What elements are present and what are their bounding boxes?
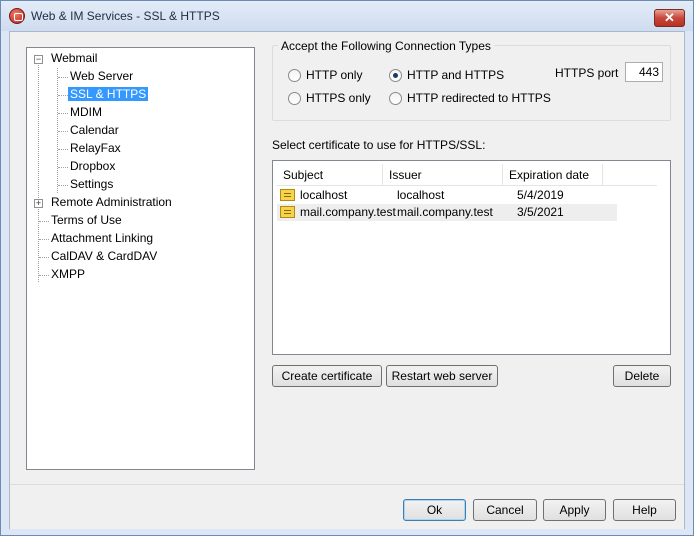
tree-item-ssl-https[interactable]: SSL & HTTPS	[68, 86, 149, 103]
radio-https-only[interactable]: HTTPS only	[288, 90, 371, 106]
tree-item-label: Webmail	[51, 51, 98, 65]
tree-item-webmail[interactable]: Webmail	[51, 50, 97, 67]
tree-connector-line	[58, 185, 68, 186]
column-header-expiration[interactable]: Expiration date	[503, 164, 603, 186]
certificate-list[interactable]: Subject Issuer Expiration date localhost…	[272, 160, 671, 355]
radio-http-redirected[interactable]: HTTP redirected to HTTPS	[389, 90, 551, 106]
tree-connector-line	[58, 149, 68, 150]
certificate-subject-cell: localhost	[277, 187, 397, 204]
radio-button-icon	[288, 91, 301, 105]
tree-connector-line	[58, 113, 68, 114]
tree-item-label: Calendar	[70, 123, 119, 137]
title-bar[interactable]: Web & IM Services - SSL & HTTPS ✕	[1, 1, 693, 31]
radio-button-icon	[288, 68, 301, 82]
tree-item-label: Terms of Use	[51, 213, 122, 227]
cancel-button[interactable]: Cancel	[473, 499, 537, 521]
radio-http-only[interactable]: HTTP only	[288, 67, 362, 83]
tree-connector-line	[58, 167, 68, 168]
certificate-row[interactable]: localhost localhost 5/4/2019	[277, 187, 617, 204]
radio-label: HTTP and HTTPS	[407, 68, 505, 82]
certificate-list-label: Select certificate to use for HTTPS/SSL:	[272, 138, 486, 152]
app-logo-icon	[9, 8, 25, 24]
certificate-row[interactable]: mail.company.test mail.company.test 3/5/…	[277, 204, 617, 221]
tree-item-relayfax[interactable]: RelayFax	[70, 140, 121, 157]
tree-connector-line	[39, 221, 49, 222]
tree-item-xmpp[interactable]: XMPP	[51, 266, 85, 283]
close-button[interactable]: ✕	[654, 9, 685, 27]
tree-collapse-toggle[interactable]: −	[34, 55, 43, 64]
tree-item-label: MDIM	[70, 105, 102, 119]
radio-button-icon	[389, 91, 402, 105]
tree-item-label: Web Server	[70, 69, 134, 83]
ok-button[interactable]: Ok	[403, 499, 466, 521]
tree-connector-line	[58, 95, 68, 96]
radio-button-selected-icon	[389, 68, 402, 82]
certificate-subject: localhost	[300, 188, 348, 202]
tree-connector-line	[38, 60, 39, 282]
connection-types-group	[272, 45, 671, 121]
tree-expand-toggle[interactable]: +	[34, 199, 43, 208]
settings-tree[interactable]: − Webmail Web Server SSL & HTTPS MDIM Ca…	[26, 47, 255, 470]
certificate-icon	[280, 206, 295, 218]
certificate-subject-cell: mail.company.test	[277, 204, 397, 221]
radio-label: HTTP redirected to HTTPS	[407, 91, 551, 105]
tree-item-label: Dropbox	[70, 159, 116, 173]
tree-item-label: Remote Administration	[51, 195, 172, 209]
radio-label: HTTP only	[306, 68, 363, 82]
tree-item-label: CalDAV & CardDAV	[51, 249, 158, 263]
tree-item-settings[interactable]: Settings	[70, 176, 113, 193]
tree-connector-line	[58, 77, 68, 78]
connection-types-group-title: Accept the Following Connection Types	[278, 39, 494, 53]
apply-button[interactable]: Apply	[543, 499, 606, 521]
certificate-icon	[280, 189, 295, 201]
radio-label: HTTPS only	[306, 91, 371, 105]
tree-item-label: XMPP	[51, 267, 86, 281]
window-title: Web & IM Services - SSL & HTTPS	[31, 9, 220, 23]
certificate-list-header: Subject Issuer Expiration date	[277, 164, 657, 186]
tree-connector-line	[39, 239, 49, 240]
tree-connector-line	[39, 257, 49, 258]
tree-item-label: Settings	[70, 177, 114, 191]
certificate-subject: mail.company.test	[300, 205, 396, 219]
create-certificate-button[interactable]: Create certificate	[272, 365, 382, 387]
delete-certificate-button[interactable]: Delete	[613, 365, 671, 387]
tree-item-attachment-linking[interactable]: Attachment Linking	[51, 230, 153, 247]
certificate-expiration: 3/5/2021	[517, 205, 564, 219]
tree-item-label: SSL & HTTPS	[68, 87, 149, 101]
tree-item-label: Attachment Linking	[51, 231, 154, 245]
column-header-subject[interactable]: Subject	[277, 164, 383, 186]
certificate-issuer: localhost	[397, 188, 445, 202]
tree-item-mdim[interactable]: MDIM	[70, 104, 102, 121]
column-header-blank	[603, 164, 657, 186]
tree-connector-line	[58, 131, 68, 132]
certificate-expiration: 5/4/2019	[517, 188, 564, 202]
tree-item-dropbox[interactable]: Dropbox	[70, 158, 115, 175]
tree-item-label: RelayFax	[70, 141, 121, 155]
https-port-label: HTTPS port	[555, 66, 619, 80]
tree-item-web-server[interactable]: Web Server	[70, 68, 133, 85]
dialog-window: Web & IM Services - SSL & HTTPS ✕ − Webm…	[0, 0, 694, 536]
dialog-client-area: − Webmail Web Server SSL & HTTPS MDIM Ca…	[9, 31, 685, 529]
tree-item-caldav-carddav[interactable]: CalDAV & CardDAV	[51, 248, 157, 265]
column-header-issuer[interactable]: Issuer	[383, 164, 503, 186]
radio-http-and-https[interactable]: HTTP and HTTPS	[389, 67, 504, 83]
restart-web-server-button[interactable]: Restart web server	[386, 365, 498, 387]
tree-connector-line	[39, 275, 49, 276]
tree-item-terms-of-use[interactable]: Terms of Use	[51, 212, 122, 229]
tree-item-calendar[interactable]: Calendar	[70, 122, 119, 139]
https-port-input[interactable]: 443	[625, 62, 663, 82]
help-button[interactable]: Help	[613, 499, 676, 521]
tree-item-remote-administration[interactable]: Remote Administration	[51, 194, 172, 211]
certificate-issuer: mail.company.test	[397, 205, 493, 219]
